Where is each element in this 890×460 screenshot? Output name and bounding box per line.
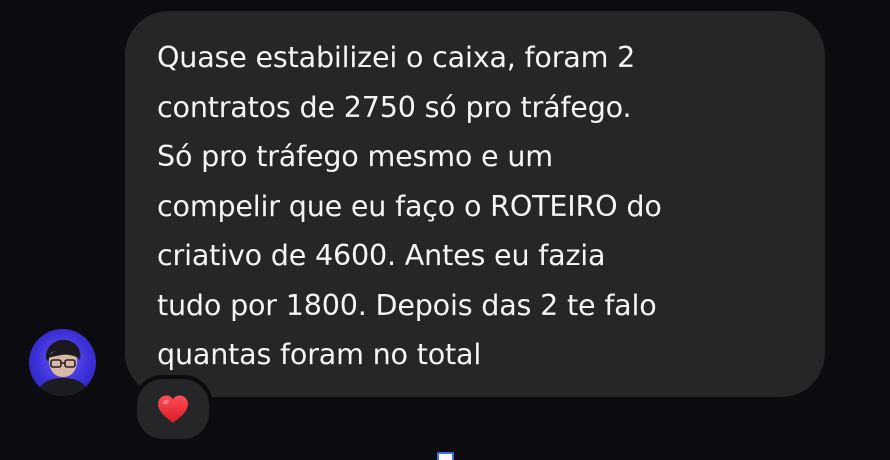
message-text: Quase estabilizei o caixa, foram 2 contr…	[157, 40, 662, 371]
heart-icon	[158, 395, 188, 423]
message-bubble[interactable]: Quase estabilizei o caixa, foram 2 contr…	[125, 11, 825, 397]
chat-screen: Quase estabilizei o caixa, foram 2 contr…	[0, 0, 890, 460]
avatar[interactable]	[29, 329, 96, 396]
scroll-indicator	[437, 452, 454, 460]
person-icon	[37, 339, 89, 396]
reaction-badge[interactable]	[133, 375, 213, 443]
